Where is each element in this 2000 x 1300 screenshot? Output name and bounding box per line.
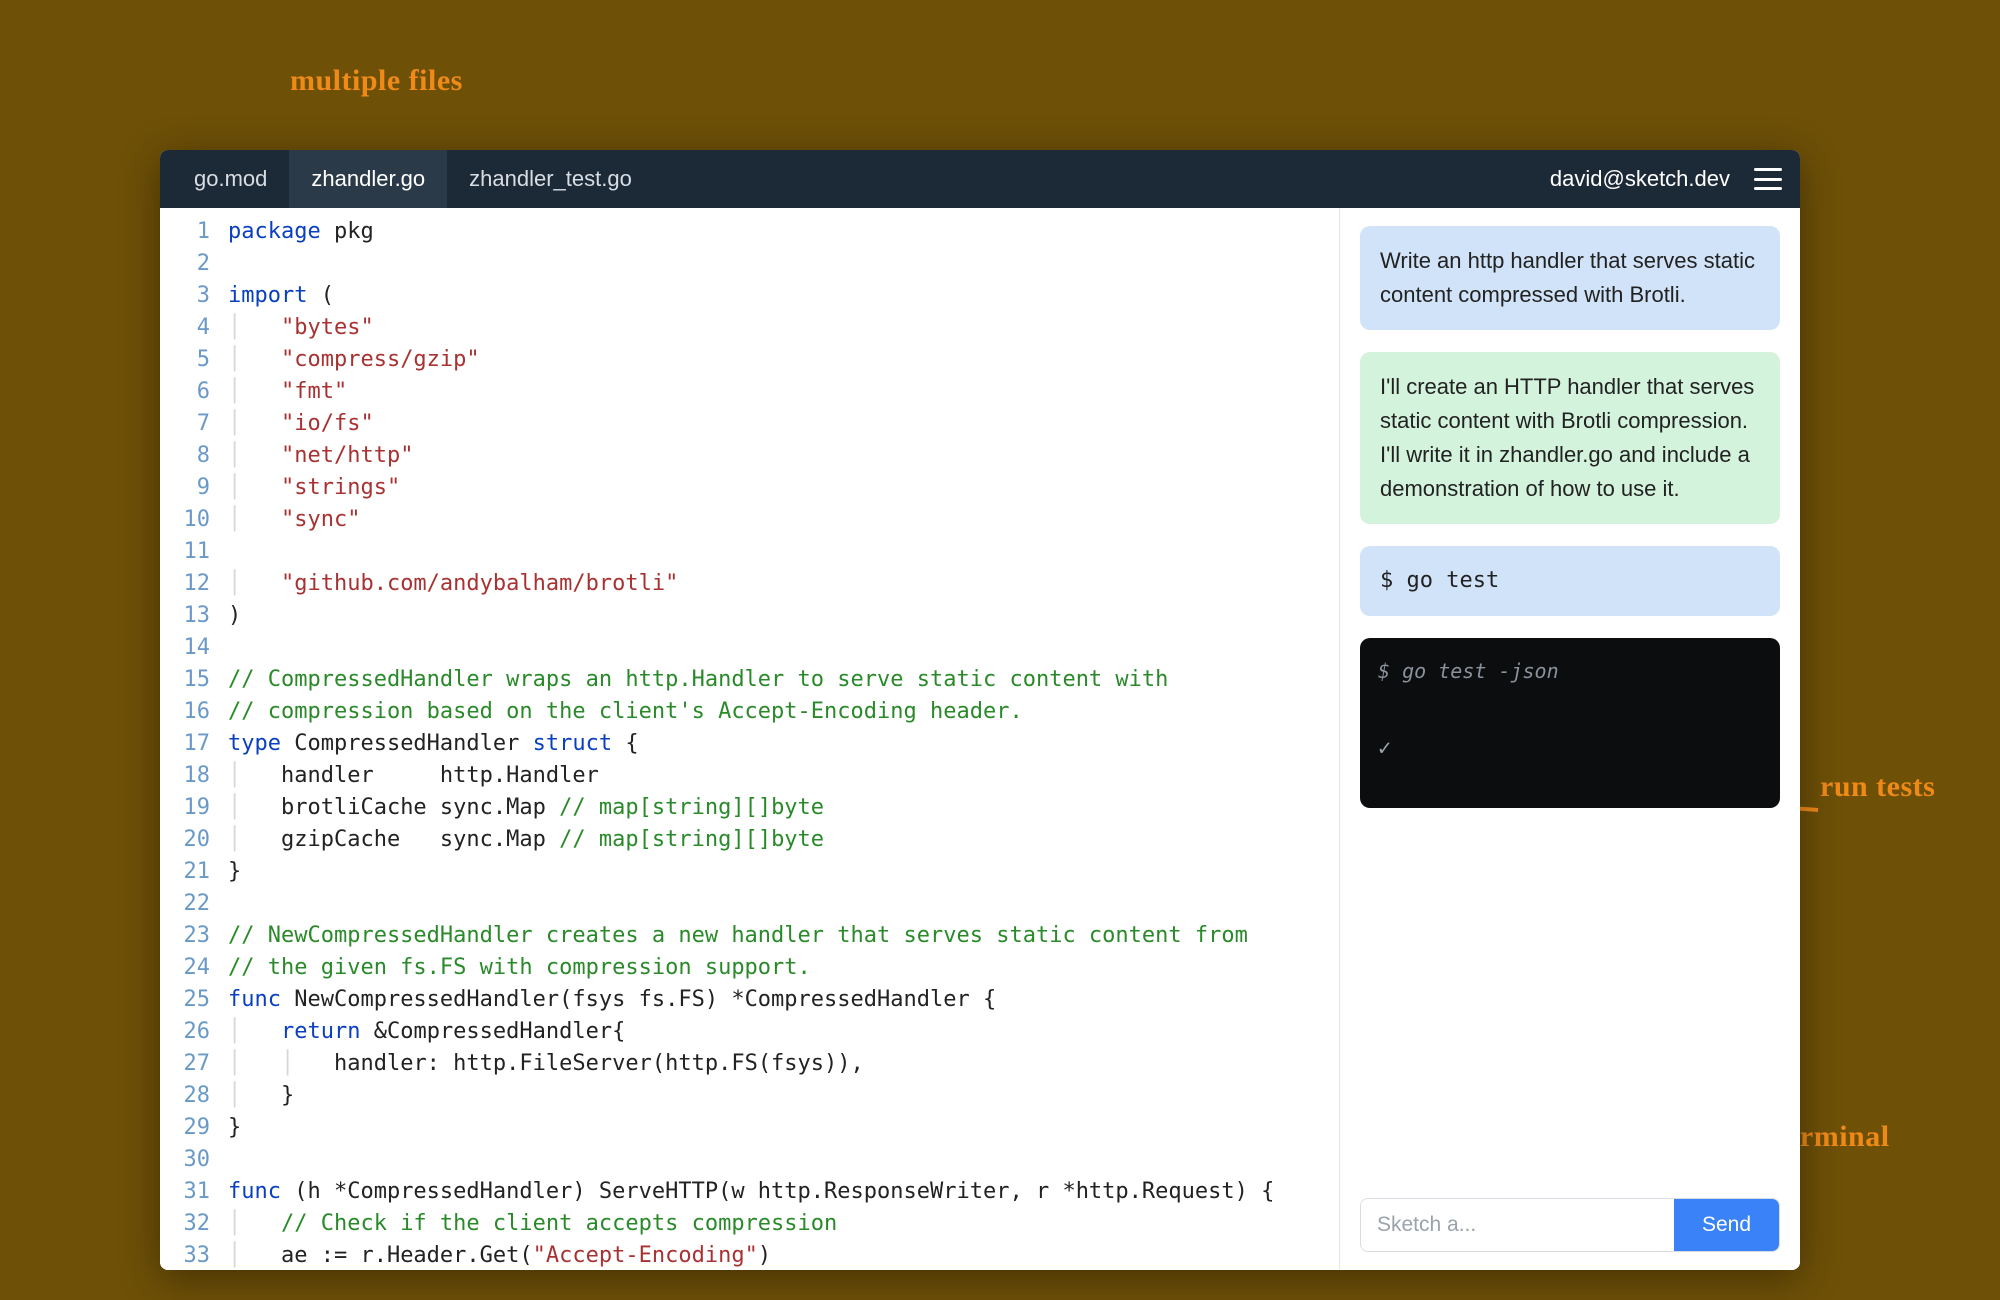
- line-number-gutter: 1234567891011121314151617181920212223242…: [160, 208, 222, 1270]
- code-line: [228, 632, 1327, 664]
- line-number: 15: [160, 664, 210, 696]
- code-line: // the given fs.FS with compression supp…: [228, 952, 1327, 984]
- line-number: 6: [160, 376, 210, 408]
- line-number: 28: [160, 1080, 210, 1112]
- line-number: 1: [160, 216, 210, 248]
- code-line: │ return &CompressedHandler{: [228, 1016, 1327, 1048]
- code-line: [228, 888, 1327, 920]
- line-number: 5: [160, 344, 210, 376]
- user-email: david@sketch.dev: [1550, 166, 1730, 192]
- line-number: 25: [160, 984, 210, 1016]
- line-number: 23: [160, 920, 210, 952]
- code-line: }: [228, 1112, 1327, 1144]
- code-line: │ "io/fs": [228, 408, 1327, 440]
- tabs: go.mod zhandler.go zhandler_test.go: [172, 150, 654, 208]
- line-number: 31: [160, 1176, 210, 1208]
- code-line: func NewCompressedHandler(fsys fs.FS) *C…: [228, 984, 1327, 1016]
- code-line: │ "strings": [228, 472, 1327, 504]
- chat-command-message: $ go test: [1360, 546, 1780, 616]
- tab-zhandler-test[interactable]: zhandler_test.go: [447, 150, 654, 208]
- line-number: 12: [160, 568, 210, 600]
- chat-input-row: Send: [1360, 1198, 1780, 1252]
- chat-user-message: Write an http handler that serves static…: [1360, 226, 1780, 330]
- send-button[interactable]: Send: [1674, 1199, 1779, 1251]
- code-line: │ gzipCache sync.Map // map[string][]byt…: [228, 824, 1327, 856]
- chat-pane: Write an http handler that serves static…: [1340, 208, 1800, 1270]
- code-line: │ "sync": [228, 504, 1327, 536]
- line-number: 10: [160, 504, 210, 536]
- line-number: 32: [160, 1208, 210, 1240]
- code-line: }: [228, 856, 1327, 888]
- code-line: type CompressedHandler struct {: [228, 728, 1327, 760]
- code-line: │ "github.com/andybalham/brotli": [228, 568, 1327, 600]
- app-window: go.mod zhandler.go zhandler_test.go davi…: [160, 150, 1800, 1270]
- line-number: 20: [160, 824, 210, 856]
- code-line: │ handler http.Handler: [228, 760, 1327, 792]
- line-number: 33: [160, 1240, 210, 1270]
- code-line: │ ae := r.Header.Get("Accept-Encoding"): [228, 1240, 1327, 1270]
- code-line: func (h *CompressedHandler) ServeHTTP(w …: [228, 1176, 1327, 1208]
- line-number: 30: [160, 1144, 210, 1176]
- line-number: 17: [160, 728, 210, 760]
- line-number: 3: [160, 280, 210, 312]
- tab-zhandler[interactable]: zhandler.go: [289, 150, 447, 208]
- line-number: 16: [160, 696, 210, 728]
- code-line: // compression based on the client's Acc…: [228, 696, 1327, 728]
- annotation-run-tests: run tests: [1820, 770, 1935, 804]
- line-number: 26: [160, 1016, 210, 1048]
- line-number: 24: [160, 952, 210, 984]
- line-number: 19: [160, 792, 210, 824]
- tab-go-mod[interactable]: go.mod: [172, 150, 289, 208]
- line-number: 14: [160, 632, 210, 664]
- line-number: 2: [160, 248, 210, 280]
- terminal-line: $ go test -json: [1378, 654, 1762, 688]
- tab-bar: go.mod zhandler.go zhandler_test.go davi…: [160, 150, 1800, 208]
- line-number: 27: [160, 1048, 210, 1080]
- line-number: 11: [160, 536, 210, 568]
- line-number: 18: [160, 760, 210, 792]
- code-line: // NewCompressedHandler creates a new ha…: [228, 920, 1327, 952]
- chat-ai-message: I'll create an HTTP handler that serves …: [1360, 352, 1780, 524]
- line-number: 13: [160, 600, 210, 632]
- code-line: [228, 1144, 1327, 1176]
- code-line: │ "net/http": [228, 440, 1327, 472]
- code-line: [228, 536, 1327, 568]
- line-number: 8: [160, 440, 210, 472]
- line-number: 7: [160, 408, 210, 440]
- hamburger-icon[interactable]: [1754, 168, 1782, 190]
- annotation-multiple-files: multiple files: [290, 64, 463, 98]
- code-line: // CompressedHandler wraps an http.Handl…: [228, 664, 1327, 696]
- chat-input[interactable]: [1361, 1199, 1674, 1251]
- main-area: 1234567891011121314151617181920212223242…: [160, 208, 1800, 1270]
- editor-pane[interactable]: 1234567891011121314151617181920212223242…: [160, 208, 1340, 1270]
- code-line: import (: [228, 280, 1327, 312]
- code-line: package pkg: [228, 216, 1327, 248]
- code-line: │ "bytes": [228, 312, 1327, 344]
- line-number: 4: [160, 312, 210, 344]
- code-line: │ "compress/gzip": [228, 344, 1327, 376]
- code-line: │ "fmt": [228, 376, 1327, 408]
- code-line: │ // Check if the client accepts compres…: [228, 1208, 1327, 1240]
- code-line: │ │ handler: http.FileServer(http.FS(fsy…: [228, 1048, 1327, 1080]
- line-number: 29: [160, 1112, 210, 1144]
- line-number: 22: [160, 888, 210, 920]
- code-line: [228, 248, 1327, 280]
- code-line: │ brotliCache sync.Map // map[string][]b…: [228, 792, 1327, 824]
- code-area[interactable]: package pkg import (│ "bytes"│ "compress…: [222, 208, 1339, 1270]
- line-number: 21: [160, 856, 210, 888]
- code-line: ): [228, 600, 1327, 632]
- terminal-output[interactable]: $ go test -json ✓: [1360, 638, 1780, 808]
- check-icon: ✓: [1378, 732, 1762, 766]
- line-number: 9: [160, 472, 210, 504]
- code-line: │ }: [228, 1080, 1327, 1112]
